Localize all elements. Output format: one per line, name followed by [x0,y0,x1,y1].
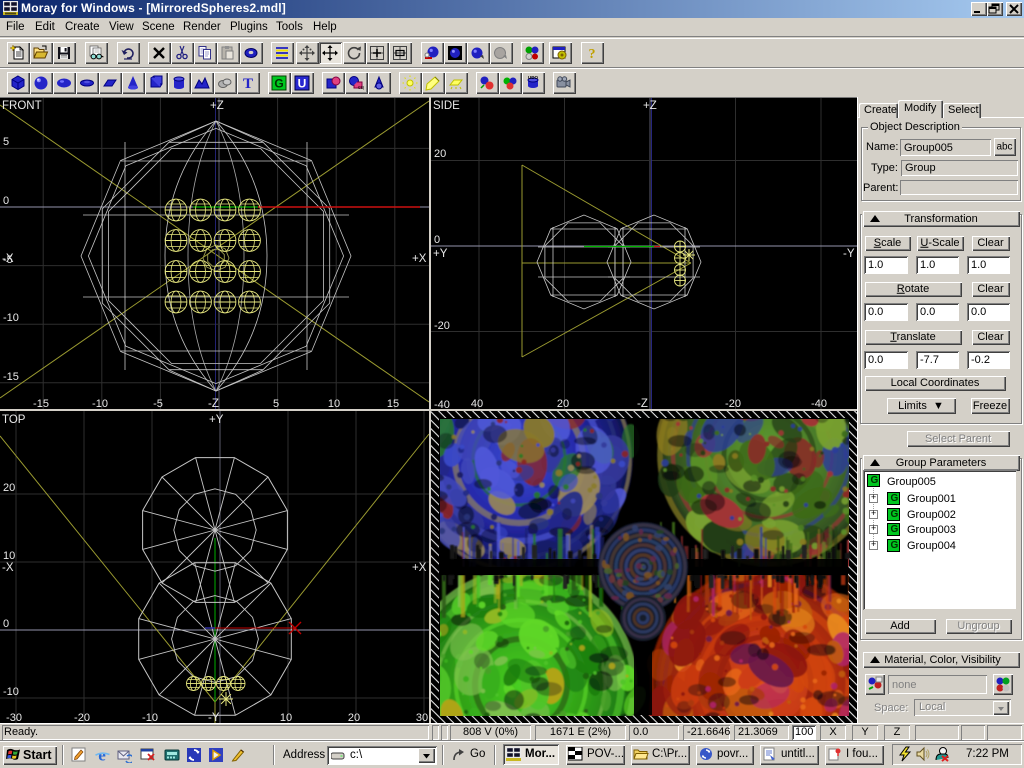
svg-text:-Y: -Y [843,248,855,260]
svg-text:-30: -30 [6,712,22,723]
svg-text:U: U [298,77,307,91]
svg-text:10: 10 [3,550,15,562]
svg-text:-15: -15 [3,371,19,383]
svg-text:-15: -15 [33,398,49,409]
svg-text:+X: +X [412,253,427,265]
svg-text:csg: csg [358,85,364,91]
svg-text:-10: -10 [3,686,19,698]
svg-text:10: 10 [280,712,292,723]
svg-text:-5: -5 [153,398,163,409]
svg-text:G: G [274,77,283,91]
svg-text:20: 20 [3,482,15,494]
svg-text:FRONT: FRONT [2,100,42,112]
svg-text:e: e [98,747,106,763]
svg-text:+Y: +Y [209,414,224,426]
svg-text:-Y: -Y [208,712,220,723]
svg-text:20: 20 [434,148,446,160]
svg-text:-20: -20 [434,320,450,332]
svg-text:-20: -20 [74,712,90,723]
svg-text:+Z: +Z [210,100,224,112]
svg-text:5: 5 [273,398,279,409]
svg-text:SIDE: SIDE [433,100,460,112]
svg-text:0: 0 [3,195,9,207]
svg-text:20: 20 [348,712,360,723]
svg-text:-10: -10 [142,712,158,723]
svg-text:?: ? [589,47,596,61]
svg-text:40: 40 [471,398,483,409]
svg-text:-X: -X [2,562,14,574]
svg-text:-40: -40 [811,398,827,409]
svg-text:0: 0 [434,234,440,246]
svg-text:-10: -10 [3,312,19,324]
svg-text:T: T [243,76,253,91]
svg-text:0: 0 [3,618,9,630]
svg-text:-Z: -Z [637,398,648,409]
svg-text:10: 10 [328,398,340,409]
svg-text:30: 30 [416,712,428,723]
svg-text:-X: -X [2,253,14,265]
svg-text:TOP: TOP [2,414,26,426]
svg-text:20: 20 [557,398,569,409]
svg-text:UDO: UDO [528,75,538,80]
svg-text:+X: +X [412,562,427,574]
svg-text:+Z: +Z [643,100,657,112]
svg-text:-40: -40 [434,399,450,409]
svg-text:-Z: -Z [208,398,219,409]
svg-text:15: 15 [387,398,399,409]
svg-text:5: 5 [3,136,9,148]
svg-text:-20: -20 [725,398,741,409]
svg-text:+Y: +Y [433,248,448,260]
svg-text:-10: -10 [92,398,108,409]
